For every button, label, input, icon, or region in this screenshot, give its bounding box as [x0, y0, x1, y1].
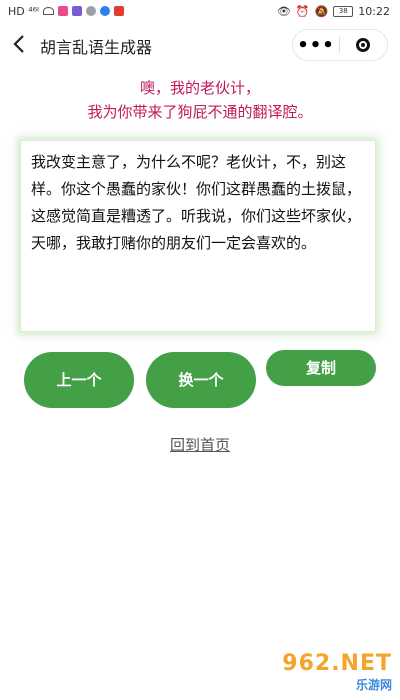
app-icon [58, 6, 69, 16]
cloud-icon [86, 6, 97, 16]
network-indicator: HD ⁴⁶ᴵ [8, 4, 40, 18]
status-right: 👁 ⏰ 🔕 38 10:22 [277, 5, 400, 18]
eye-icon: 👁 [276, 4, 291, 18]
battery-level: 38 [338, 7, 348, 15]
alarm-icon: ⏰ [295, 4, 310, 18]
shield-icon [100, 6, 111, 16]
app-icon [72, 6, 83, 16]
nav-bar: 胡言乱语生成器 ••• [0, 24, 400, 64]
app-icon [114, 6, 125, 16]
mute-icon: 🔕 [314, 4, 329, 18]
page-title: 胡言乱语生成器 [40, 38, 153, 57]
generated-text: 我改变主意了，为什么不呢？老伙计，不，别这样。你这个愚蠢的家伙！你们这群愚蠢的土… [31, 153, 362, 252]
intro-line-1: 噢，我的老伙计， [139, 79, 260, 97]
watermark-top: 962.NET [282, 651, 392, 676]
clock: 10:22 [358, 4, 390, 18]
previous-button[interactable]: 上一个 [24, 352, 134, 408]
status-left: HD ⁴⁶ᴵ [0, 4, 125, 18]
intro-text: 噢，我的老伙计， 我为你带来了狗屁不通的翻译腔。 [0, 76, 400, 124]
intro-line-2: 我为你带来了狗屁不通的翻译腔。 [87, 103, 313, 121]
watermark-bottom: 乐游网 [355, 678, 392, 692]
mini-program-capsule: ••• [292, 29, 388, 61]
target-close-icon[interactable] [340, 38, 386, 52]
chevron-left-icon[interactable] [10, 33, 30, 55]
watermark-logo: 962.NET 乐游网 [262, 648, 392, 696]
more-dots-icon[interactable]: ••• [293, 35, 339, 56]
copy-button-label: 复制 [305, 359, 336, 377]
wifi-icon [43, 7, 55, 15]
output-text-box: 我改变主意了，为什么不呢？老伙计，不，别这样。你这个愚蠢的家伙！你们这群愚蠢的土… [20, 140, 376, 332]
next-button-label: 换一个 [178, 371, 224, 389]
copy-button[interactable]: 复制 [266, 350, 376, 386]
status-bar: HD ⁴⁶ᴵ 👁 ⏰ 🔕 38 10:22 [0, 0, 400, 22]
previous-button-label: 上一个 [56, 371, 102, 389]
battery-icon: 38 [333, 5, 354, 17]
next-button[interactable]: 换一个 [146, 352, 256, 408]
back-to-home-link[interactable]: 回到首页 [0, 434, 400, 455]
